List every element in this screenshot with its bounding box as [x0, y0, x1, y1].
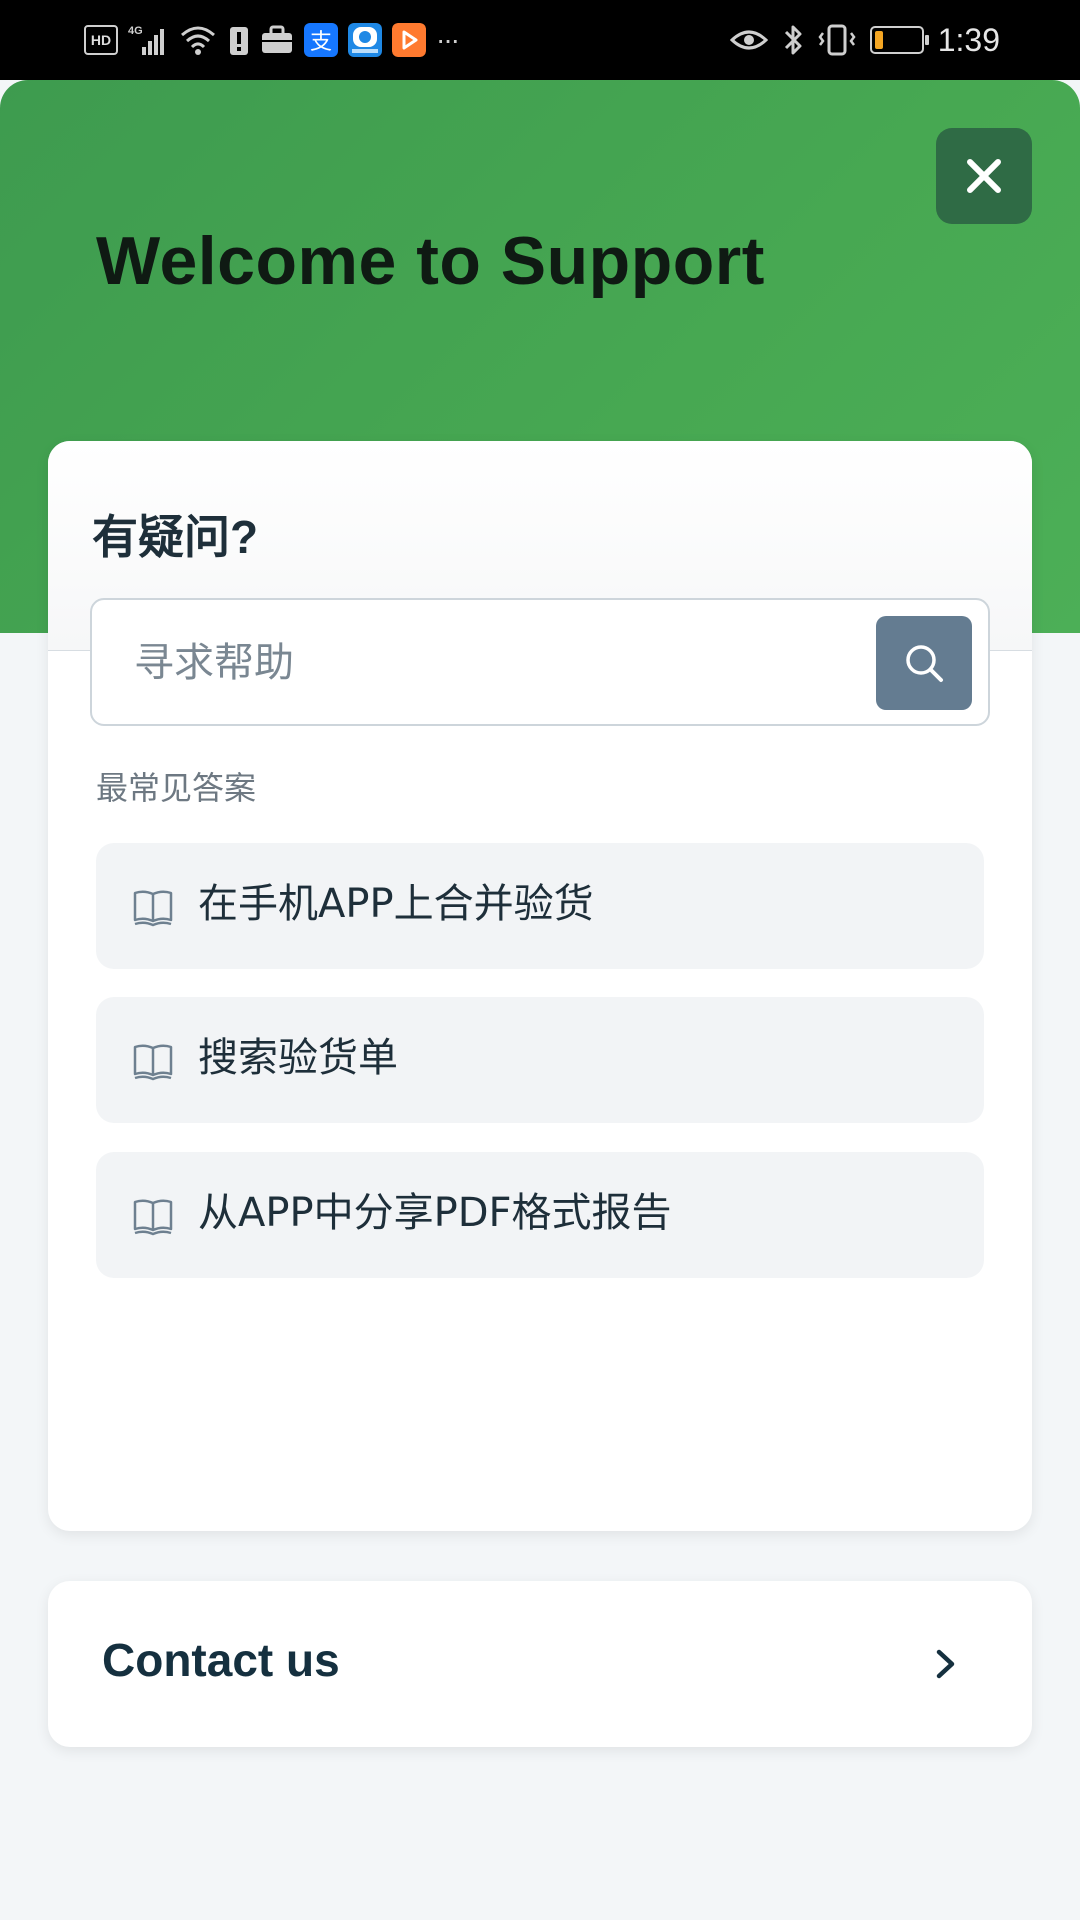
search-icon — [906, 645, 943, 682]
faq-item[interactable]: 从APP中分享PDF格式报告 — [96, 1152, 984, 1278]
faq-item-label: 搜索验货单 — [198, 1035, 398, 1081]
wifi-icon — [178, 23, 218, 57]
faq-item-label: 在手机APP上合并验货 — [198, 881, 594, 927]
signal-4g-icon: 4G — [128, 23, 168, 57]
vibrate-icon — [818, 23, 856, 57]
close-button[interactable] — [936, 128, 1032, 224]
video-icon — [392, 23, 426, 57]
eye-icon — [729, 26, 768, 54]
contact-us-label: Contact us — [102, 1634, 340, 1686]
bluetooth-icon — [782, 23, 804, 57]
network-type-label: 4G — [128, 25, 143, 37]
page-title: Welcome to Support — [96, 223, 765, 299]
status-bar-right: 1:39 — [729, 20, 1000, 60]
faq-item[interactable]: 搜索验货单 — [96, 997, 984, 1123]
status-time: 1:39 — [937, 21, 1000, 58]
faq-heading: 最常见答案 — [96, 769, 257, 807]
alert-icon — [228, 23, 250, 57]
book-icon — [133, 1199, 173, 1236]
app-icon — [348, 23, 382, 57]
battery-level — [874, 31, 883, 49]
battery-icon — [869, 26, 929, 54]
book-icon — [133, 1044, 173, 1081]
faq-item[interactable]: 在手机APP上合并验货 — [96, 843, 984, 969]
book-icon — [133, 890, 173, 927]
contact-us-button[interactable]: Contact us — [48, 1581, 1032, 1747]
status-bar: HD 4G 支 ··· 1:39 — [0, 0, 1080, 80]
chevron-right-icon — [936, 1649, 955, 1679]
help-card: 有疑问? 最常见答案 在手机APP上合并验货 搜索验货单 — [48, 441, 1032, 1531]
search-button[interactable] — [876, 616, 972, 710]
close-icon — [967, 159, 1001, 193]
briefcase-icon — [260, 25, 294, 55]
alipay-icon: 支 — [304, 23, 338, 57]
question-title: 有疑问? — [92, 511, 259, 563]
svg-text:支: 支 — [310, 30, 332, 55]
status-bar-left: HD 4G 支 ··· — [84, 20, 460, 60]
more-icon: ··· — [436, 24, 460, 55]
faq-item-label: 从APP中分享PDF格式报告 — [198, 1190, 672, 1236]
search-box — [90, 598, 990, 726]
hd-icon: HD — [84, 25, 118, 55]
search-input[interactable] — [132, 622, 836, 704]
